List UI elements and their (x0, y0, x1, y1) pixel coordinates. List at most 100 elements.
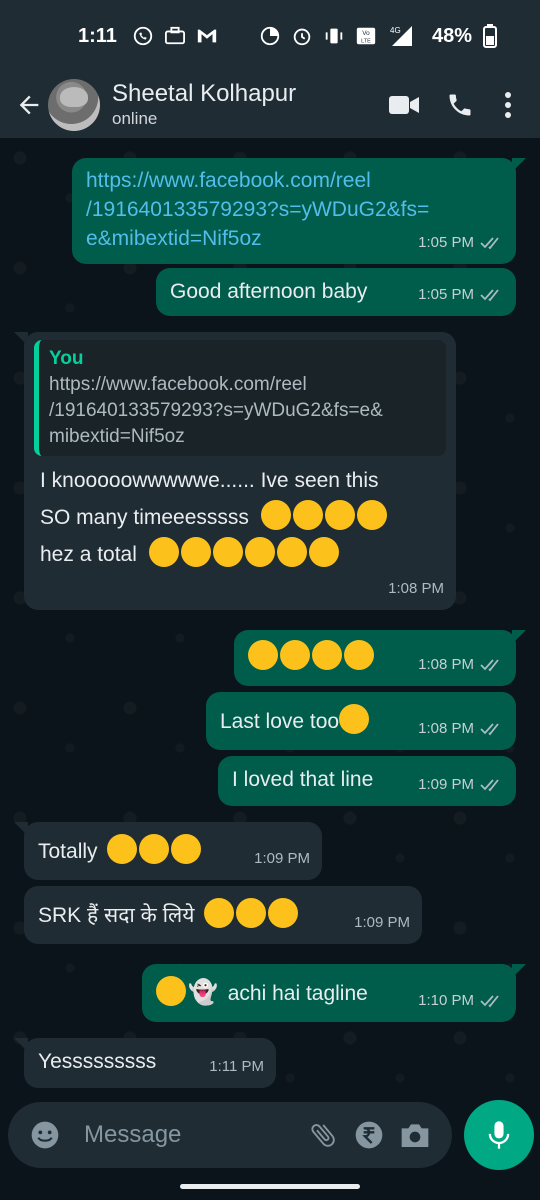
message-meta: 1:11 PM (209, 1051, 264, 1082)
heart-eyes-emoji-icon (356, 500, 387, 530)
message-time: 1:05 PM (418, 286, 474, 303)
message-time: 1:11 PM (209, 1058, 264, 1075)
quote-line: https://www.facebook.com/reel (49, 374, 307, 395)
payment-button[interactable] (346, 1112, 392, 1158)
volte-icon: Vo LTE (354, 24, 378, 48)
message-meta: 1:08 PM (418, 713, 504, 744)
emoji-row: 👻 (156, 976, 224, 1006)
heart-eyes-emoji-icon (260, 500, 291, 530)
avatar[interactable] (48, 79, 100, 131)
svg-text:LTE: LTE (361, 38, 371, 44)
double-tick-icon (480, 994, 504, 1008)
kissing-heart-emoji-icon (308, 537, 339, 567)
message-bubble-outgoing[interactable]: Last love too 1:08 PM (206, 692, 516, 750)
camera-button[interactable] (392, 1112, 438, 1158)
message-text: SO many timeeesssss (40, 506, 249, 529)
home-indicator[interactable] (180, 1184, 360, 1189)
message-meta: 1:05 PM (418, 279, 504, 310)
kissing-heart-emoji-icon (212, 537, 243, 567)
chat-header: Sheetal Kolhapur online (0, 72, 540, 138)
kissing-heart-emoji-icon (276, 537, 307, 567)
contact-status: online (112, 109, 158, 128)
mic-icon (488, 1121, 510, 1149)
message-meta: 1:08 PM (418, 649, 504, 680)
camera-icon (401, 1124, 429, 1147)
heart-eyes-emoji-row (260, 500, 389, 530)
message-bubble-incoming[interactable]: SRK हैं सदा के लिये 1:09 PM (24, 886, 422, 944)
message-bubble-incoming[interactable]: You https://www.facebook.com/reel /19164… (14, 332, 456, 610)
blush-emoji-icon (107, 834, 138, 864)
chat-area[interactable]: https://www.facebook.com/reel /191640133… (0, 138, 540, 1098)
message-text: SRK हैं सदा के लिये (38, 904, 195, 927)
battery-icon (478, 24, 502, 48)
emoji-icon (31, 1121, 59, 1149)
smiling-emoji-row (107, 834, 203, 864)
video-call-button[interactable] (376, 80, 432, 130)
voice-call-button[interactable] (432, 80, 488, 130)
status-right-group: Vo LTE 4G 48% (258, 24, 510, 48)
signal-icon: 4G (386, 24, 416, 48)
message-time: 1:08 PM (388, 580, 444, 597)
message-meta: 1:09 PM (418, 769, 504, 800)
more-options-button[interactable] (488, 80, 528, 130)
quote-line: /191640133579293?s=yWDuG2&fs=e& (49, 400, 383, 421)
rupee-icon (355, 1121, 383, 1149)
message-bubble-outgoing[interactable]: 1:08 PM (234, 630, 526, 686)
svg-text:Vo: Vo (362, 30, 370, 37)
message-time: 1:09 PM (418, 776, 474, 793)
status-bar: 1:11 Vo LTE 4G 48% (0, 0, 540, 72)
double-tick-icon (480, 658, 504, 672)
kissing-heart-emoji-icon (244, 537, 275, 567)
emoji-row (148, 537, 341, 567)
message-meta: 1:08 PM (388, 573, 444, 604)
briefcase-icon (163, 24, 187, 48)
message-meta: 1:10 PM (418, 985, 504, 1016)
attach-icon (311, 1124, 335, 1147)
data-saver-icon (258, 24, 282, 48)
smiling-hearts-emoji-icon (248, 640, 278, 670)
message-text: hez a total (40, 543, 137, 566)
link-line: https://www.facebook.com/reel (86, 169, 371, 192)
contact-info[interactable]: Sheetal Kolhapur online (112, 80, 376, 130)
message-bubble-incoming[interactable]: Totally 1:09 PM (14, 822, 322, 880)
more-vert-icon (505, 92, 511, 118)
gmail-icon (195, 24, 219, 48)
message-bubble-incoming[interactable]: Yesssssssss 1:11 PM (14, 1038, 276, 1088)
heart-eyes-emoji-icon (292, 500, 323, 530)
message-bubble-outgoing[interactable]: Good afternoon baby 1:05 PM (156, 268, 516, 316)
smiling-emoji-row (204, 898, 300, 928)
voice-record-button[interactable] (464, 1100, 534, 1170)
blush-emoji-icon (268, 898, 299, 928)
svg-text:4G: 4G (390, 26, 401, 35)
smiling-hearts-emoji-row (248, 640, 376, 670)
message-meta: 1:05 PM (418, 227, 504, 258)
message-time: 1:05 PM (418, 234, 474, 251)
message-text-block: I knooooowwwwwe...... Ive seen this SO m… (34, 462, 446, 573)
vibrate-icon (322, 24, 346, 48)
blush-emoji-icon (204, 898, 235, 928)
message-meta: 1:09 PM (254, 843, 310, 874)
blush-emoji-icon (139, 834, 170, 864)
message-time: 1:10 PM (418, 992, 474, 1009)
emoji-button[interactable] (22, 1112, 68, 1158)
quote-line: mibextid=Nif5oz (49, 426, 185, 447)
message-text: Last love too (220, 710, 340, 733)
double-tick-icon (480, 722, 504, 736)
message-input[interactable]: Message (84, 1121, 300, 1149)
heart-eyes-emoji-icon (324, 500, 355, 530)
message-meta: 1:09 PM (354, 907, 410, 938)
message-input-bar: Message (8, 1102, 452, 1168)
quoted-message[interactable]: You https://www.facebook.com/reel /19164… (34, 340, 446, 456)
relieved-emoji-icon (339, 704, 370, 734)
video-call-icon (389, 96, 419, 114)
attach-button[interactable] (300, 1112, 346, 1158)
message-bubble-outgoing[interactable]: I loved that line 1:09 PM (218, 756, 516, 806)
message-bubble-outgoing[interactable]: 👻 achi hai tagline 1:10 PM (142, 964, 526, 1022)
message-time: 1:08 PM (418, 720, 474, 737)
blush-emoji-icon (236, 898, 267, 928)
double-tick-icon (480, 236, 504, 250)
message-bubble-outgoing[interactable]: https://www.facebook.com/reel /191640133… (72, 158, 526, 264)
back-arrow-icon (19, 95, 39, 115)
phone-icon (449, 94, 471, 116)
back-button[interactable] (12, 83, 46, 127)
